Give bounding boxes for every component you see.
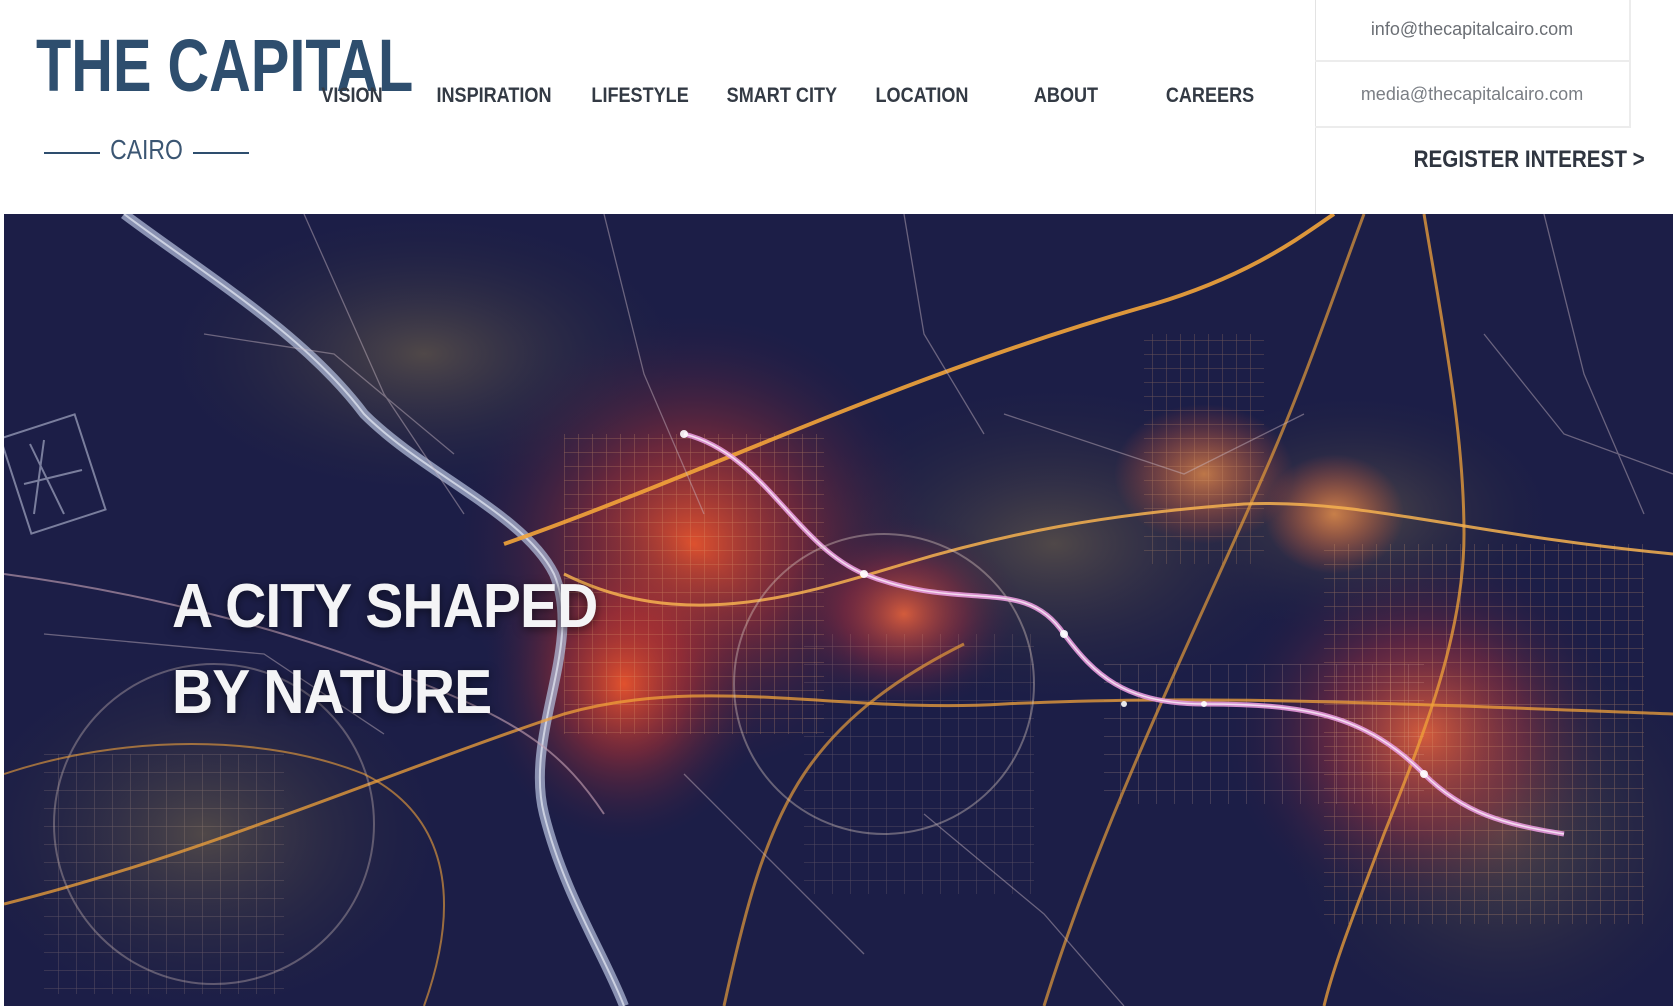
nav-item-inspiration[interactable]: INSPIRATION — [436, 76, 553, 116]
media-email-link[interactable]: media@thecapitalcairo.com — [1315, 62, 1631, 128]
site-header: THE CAPITAL CAIRO VISION INSPIRATION LIF… — [0, 0, 1673, 214]
logo-rule-right — [193, 152, 249, 154]
nav-item-location[interactable]: LOCATION — [870, 76, 973, 116]
hero-heading-line-1: A CITY SHAPED — [172, 572, 598, 641]
hero-heading-line-2: BY NATURE — [172, 658, 492, 727]
nav-item-smart-city[interactable]: SMART CITY — [727, 76, 837, 116]
brand-logo[interactable]: THE CAPITAL CAIRO — [34, 24, 413, 174]
contact-panel: info@thecapitalcairo.com media@thecapita… — [1315, 0, 1673, 214]
nav-item-vision[interactable]: VISION — [307, 76, 396, 116]
logo-subtitle-text: CAIRO — [110, 134, 183, 165]
hero-heading: A CITY SHAPED BY NATURE — [172, 564, 598, 736]
nav-item-about[interactable]: ABOUT — [1025, 76, 1108, 116]
hero-banner: A CITY SHAPED BY NATURE — [4, 214, 1673, 1006]
nav-item-careers[interactable]: CAREERS — [1165, 76, 1254, 116]
register-interest-link[interactable]: REGISTER INTEREST > — [1414, 146, 1645, 174]
info-email-link[interactable]: info@thecapitalcairo.com — [1315, 0, 1631, 62]
nav-item-lifestyle[interactable]: LIFESTYLE — [591, 76, 688, 116]
logo-subtitle: CAIRO — [44, 132, 249, 172]
